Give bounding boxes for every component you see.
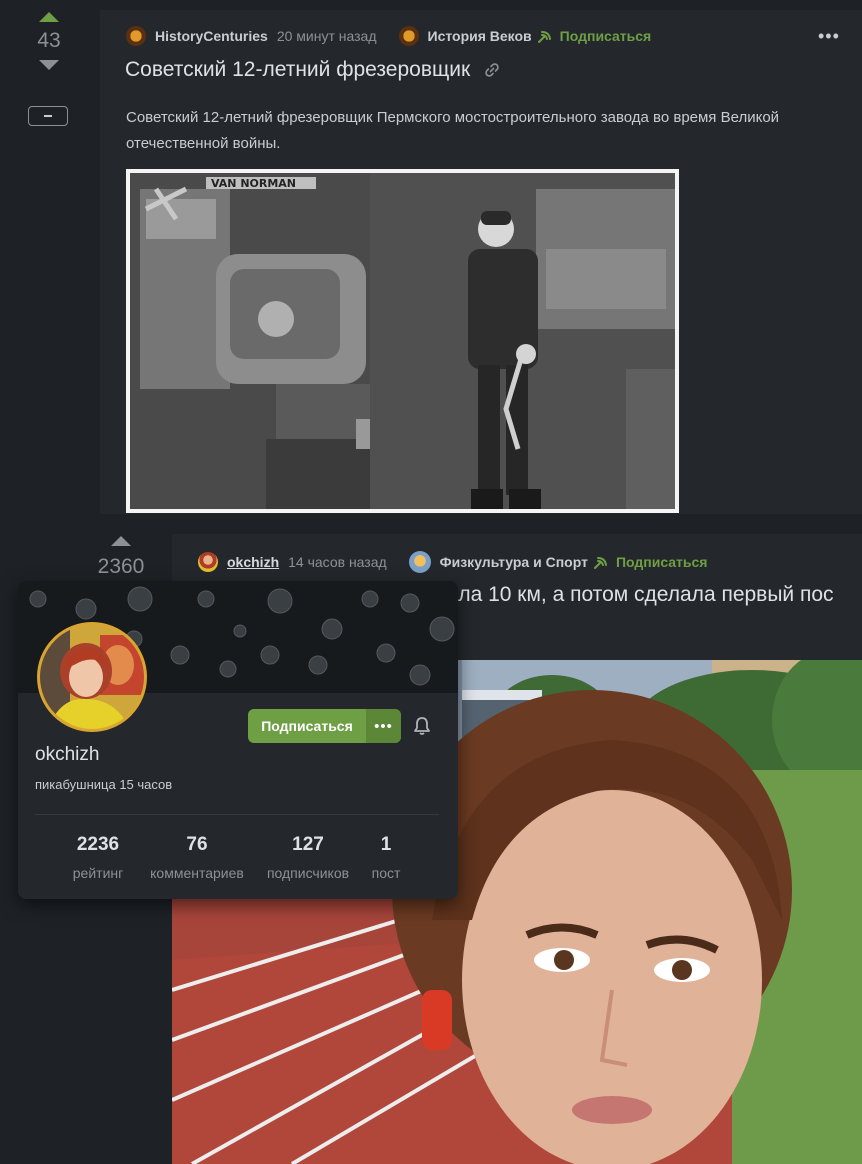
profile-subtitle: пикабушница 15 часов — [35, 777, 173, 792]
stat-label: рейтинг — [72, 865, 124, 881]
collapse-post-button[interactable] — [28, 106, 68, 126]
stat-value: 1 — [380, 834, 392, 855]
bell-icon[interactable] — [413, 716, 431, 736]
photo-sign-text: VAN NORMAN — [211, 177, 296, 190]
stat-comments[interactable]: 76 комментариев — [140, 834, 254, 881]
post2-header: okchizh 14 часов назад Физкультура и Спо… — [198, 551, 707, 573]
post1-community-link[interactable]: История Веков — [428, 28, 532, 44]
post2-vote-column: 2360 — [91, 536, 151, 586]
profile-subscribe-label: Подписаться — [261, 718, 353, 734]
post1-author-link[interactable]: HistoryCenturies — [155, 28, 268, 44]
divider — [35, 814, 439, 815]
post1-rating: 43 — [37, 29, 61, 52]
stat-label: подписчиков — [266, 865, 350, 881]
downvote-arrow-icon[interactable] — [39, 60, 59, 70]
rss-icon — [537, 31, 551, 43]
post2-subscribe-link[interactable]: Подписаться — [593, 554, 708, 570]
profile-username[interactable]: okchizh — [35, 744, 99, 766]
profile-subscribe-button[interactable]: Подписаться ••• — [248, 709, 401, 743]
post2-time: 14 часов назад — [288, 554, 387, 570]
stat-label: пост — [371, 865, 401, 881]
profile-avatar-image — [40, 625, 144, 729]
post1-title[interactable]: Советский 12-летний фрезеровщик — [125, 58, 500, 82]
stat-subscribers[interactable]: 127 подписчиков — [256, 834, 360, 881]
post1-subscribe-link[interactable]: Подписаться — [537, 28, 652, 44]
post2-author-link[interactable]: okchizh — [227, 554, 279, 570]
post1-time: 20 минут назад — [276, 28, 377, 44]
upvote-arrow-icon[interactable] — [111, 536, 131, 546]
post1-subscribe-label: Подписаться — [559, 28, 652, 44]
stat-value: 2236 — [76, 834, 120, 855]
community-avatar[interactable] — [398, 26, 419, 46]
post2-rating: 2360 — [97, 555, 145, 578]
post1-title-text[interactable]: Советский 12-летний фрезеровщик — [125, 58, 470, 82]
post1-more-menu-icon[interactable]: ••• — [818, 26, 840, 47]
community-avatar[interactable] — [408, 551, 431, 573]
post2-title[interactable]: кала 10 км, а потом сделала первый пос — [437, 583, 834, 607]
machinist-photo-image: VAN NORMAN — [126, 169, 679, 513]
stat-value: 127 — [292, 834, 324, 855]
author-avatar[interactable] — [126, 26, 146, 46]
stat-rating: 2236 рейтинг — [67, 834, 129, 881]
rss-icon — [593, 557, 607, 569]
post1-header: HistoryCenturies 20 минут назад История … — [126, 26, 651, 46]
minus-icon — [44, 115, 52, 117]
post1-vote-column: 43 — [29, 12, 69, 70]
stat-posts[interactable]: 1 пост — [364, 834, 408, 881]
profile-avatar[interactable] — [37, 622, 147, 732]
stat-value: 76 — [186, 834, 208, 855]
post1-text: Советский 12-летний фрезеровщик Пермског… — [126, 109, 780, 152]
author-avatar[interactable] — [198, 552, 218, 572]
post1-photo[interactable]: VAN NORMAN — [126, 169, 679, 513]
post2-subscribe-label: Подписаться — [615, 554, 708, 570]
upvote-arrow-icon[interactable] — [39, 12, 59, 22]
profile-more-button[interactable]: ••• — [366, 709, 401, 743]
link-icon[interactable] — [484, 62, 500, 78]
post2-community-link[interactable]: Физкультура и Спорт — [440, 554, 588, 570]
user-profile-popup: Подписаться ••• okchizh пикабушница 15 ч… — [18, 581, 458, 899]
stat-label: комментариев — [150, 865, 244, 881]
